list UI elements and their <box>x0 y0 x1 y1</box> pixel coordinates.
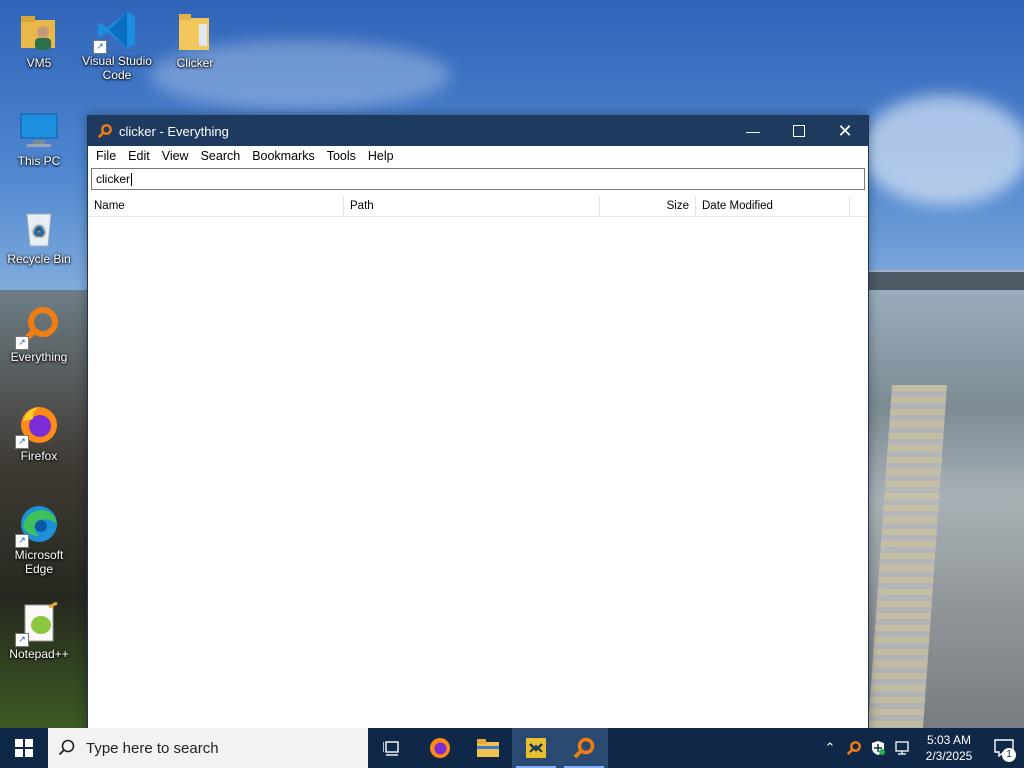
search-icon <box>58 739 75 756</box>
menu-file[interactable]: File <box>90 149 122 163</box>
desktop-icon-label: This PC <box>17 154 61 168</box>
desktop-icon-vm5[interactable]: VM5 <box>1 10 77 70</box>
everything-magnifier-icon <box>846 741 861 756</box>
maximize-button[interactable] <box>776 116 822 146</box>
desktop-icon-edge[interactable]: ↗ Microsoft Edge <box>1 502 77 576</box>
start-button[interactable] <box>0 728 48 768</box>
desktop-icon-label: Visual Studio Code <box>82 54 152 82</box>
wallpaper-bridge <box>866 272 1024 290</box>
column-header-size[interactable]: Size <box>600 196 696 216</box>
task-view-icon <box>383 741 399 756</box>
remote-desktop-icon <box>526 738 546 758</box>
system-clock[interactable]: 5:03 AM 2/3/2025 <box>914 732 984 764</box>
desktop-icon-firefox[interactable]: ↗ Firefox <box>1 403 77 463</box>
file-explorer-icon <box>477 739 499 757</box>
everything-magnifier-icon <box>573 737 595 759</box>
minimize-icon: — <box>746 123 760 139</box>
results-list[interactable] <box>88 218 868 730</box>
desktop-icon-notepadpp[interactable]: ↗ Notepad++ <box>1 601 77 661</box>
menu-bar: File Edit View Search Bookmarks Tools He… <box>88 146 868 166</box>
recycle-bin-icon: ♻ <box>17 206 61 250</box>
clock-time: 5:03 AM <box>926 733 972 747</box>
desktop-icon-label: Microsoft Edge <box>14 548 64 576</box>
desktop-icon-label: Recycle Bin <box>7 252 71 266</box>
task-view-button[interactable] <box>368 728 416 768</box>
desktop-icon-vscode[interactable]: ↗ Visual Studio Code <box>79 8 155 82</box>
firefox-icon <box>430 738 450 758</box>
window-titlebar[interactable]: clicker - Everything — ✕ <box>88 116 868 146</box>
text-caret <box>131 172 133 186</box>
close-button[interactable]: ✕ <box>822 116 868 146</box>
taskbar-remote-app[interactable] <box>512 728 560 768</box>
everything-window: clicker - Everything — ✕ File Edit View … <box>87 115 869 731</box>
column-header-path[interactable]: Path <box>344 196 600 216</box>
windows-logo-icon <box>15 739 33 757</box>
computer-icon <box>17 108 61 152</box>
folder-icon <box>173 10 217 54</box>
results-column-header: Name Path Size Date Modified <box>88 196 868 217</box>
shortcut-arrow-icon: ↗ <box>15 336 29 350</box>
everything-magnifier-icon: ↗ <box>15 304 61 350</box>
desktop-icon-label: Notepad++ <box>9 647 69 661</box>
menu-view[interactable]: View <box>156 149 195 163</box>
shortcut-arrow-icon: ↗ <box>15 633 29 647</box>
taskbar-everything[interactable] <box>560 728 608 768</box>
minimize-button[interactable]: — <box>730 116 776 146</box>
taskbar-file-explorer[interactable] <box>464 728 512 768</box>
taskbar-search-box[interactable]: Type here to search <box>48 728 368 768</box>
taskbar: Type here to search ⌃ 5:03 AM 2/3/2025 1 <box>0 728 1024 768</box>
taskbar-search-placeholder: Type here to search <box>86 739 219 757</box>
search-input-value: clicker <box>96 172 131 186</box>
tray-network[interactable] <box>890 728 914 768</box>
notepadpp-icon: ↗ <box>15 601 61 647</box>
action-center-button[interactable]: 1 <box>984 728 1024 768</box>
desktop-icon-clicker[interactable]: Clicker <box>157 10 233 70</box>
show-hidden-icons-button[interactable]: ⌃ <box>818 728 842 768</box>
edge-icon: ↗ <box>15 502 61 548</box>
desktop-icon-label: Firefox <box>20 449 58 463</box>
folder-user-icon <box>17 10 61 54</box>
shortcut-arrow-icon: ↗ <box>15 435 29 449</box>
column-header-name[interactable]: Name <box>88 196 344 216</box>
desktop-icon-label: Clicker <box>176 56 214 70</box>
background-cloud <box>860 95 1024 205</box>
everything-magnifier-icon <box>97 124 112 139</box>
desktop-icon-label: Everything <box>10 350 68 364</box>
firefox-icon: ↗ <box>15 403 61 449</box>
menu-tools[interactable]: Tools <box>321 149 362 163</box>
column-header-date-modified[interactable]: Date Modified <box>696 196 850 216</box>
search-input[interactable]: clicker <box>91 168 865 190</box>
desktop-icon-this-pc[interactable]: This PC <box>1 108 77 168</box>
menu-help[interactable]: Help <box>362 149 400 163</box>
desktop-icon-everything[interactable]: ↗ Everything <box>1 304 77 364</box>
menu-search[interactable]: Search <box>195 149 247 163</box>
shortcut-arrow-icon: ↗ <box>15 534 29 548</box>
window-title: clicker - Everything <box>119 123 229 139</box>
close-icon: ✕ <box>837 120 853 141</box>
network-icon <box>895 741 909 755</box>
desktop-icon-recycle-bin[interactable]: ♻ Recycle Bin <box>1 206 77 266</box>
shield-icon <box>872 741 885 755</box>
menu-bookmarks[interactable]: Bookmarks <box>246 149 321 163</box>
tray-security[interactable] <box>866 728 890 768</box>
tray-everything[interactable] <box>842 728 866 768</box>
svg-text:♻: ♻ <box>33 223 46 239</box>
system-tray: ⌃ 5:03 AM 2/3/2025 1 <box>818 728 1024 768</box>
desktop-icon-label: VM5 <box>26 56 52 70</box>
chevron-up-icon: ⌃ <box>824 740 836 755</box>
taskbar-firefox[interactable] <box>416 728 464 768</box>
vscode-icon: ↗ <box>93 8 139 54</box>
menu-edit[interactable]: Edit <box>122 149 156 163</box>
maximize-icon <box>793 125 805 137</box>
shortcut-arrow-icon: ↗ <box>93 40 107 54</box>
clock-date: 2/3/2025 <box>925 749 973 763</box>
notification-badge: 1 <box>1002 748 1016 762</box>
